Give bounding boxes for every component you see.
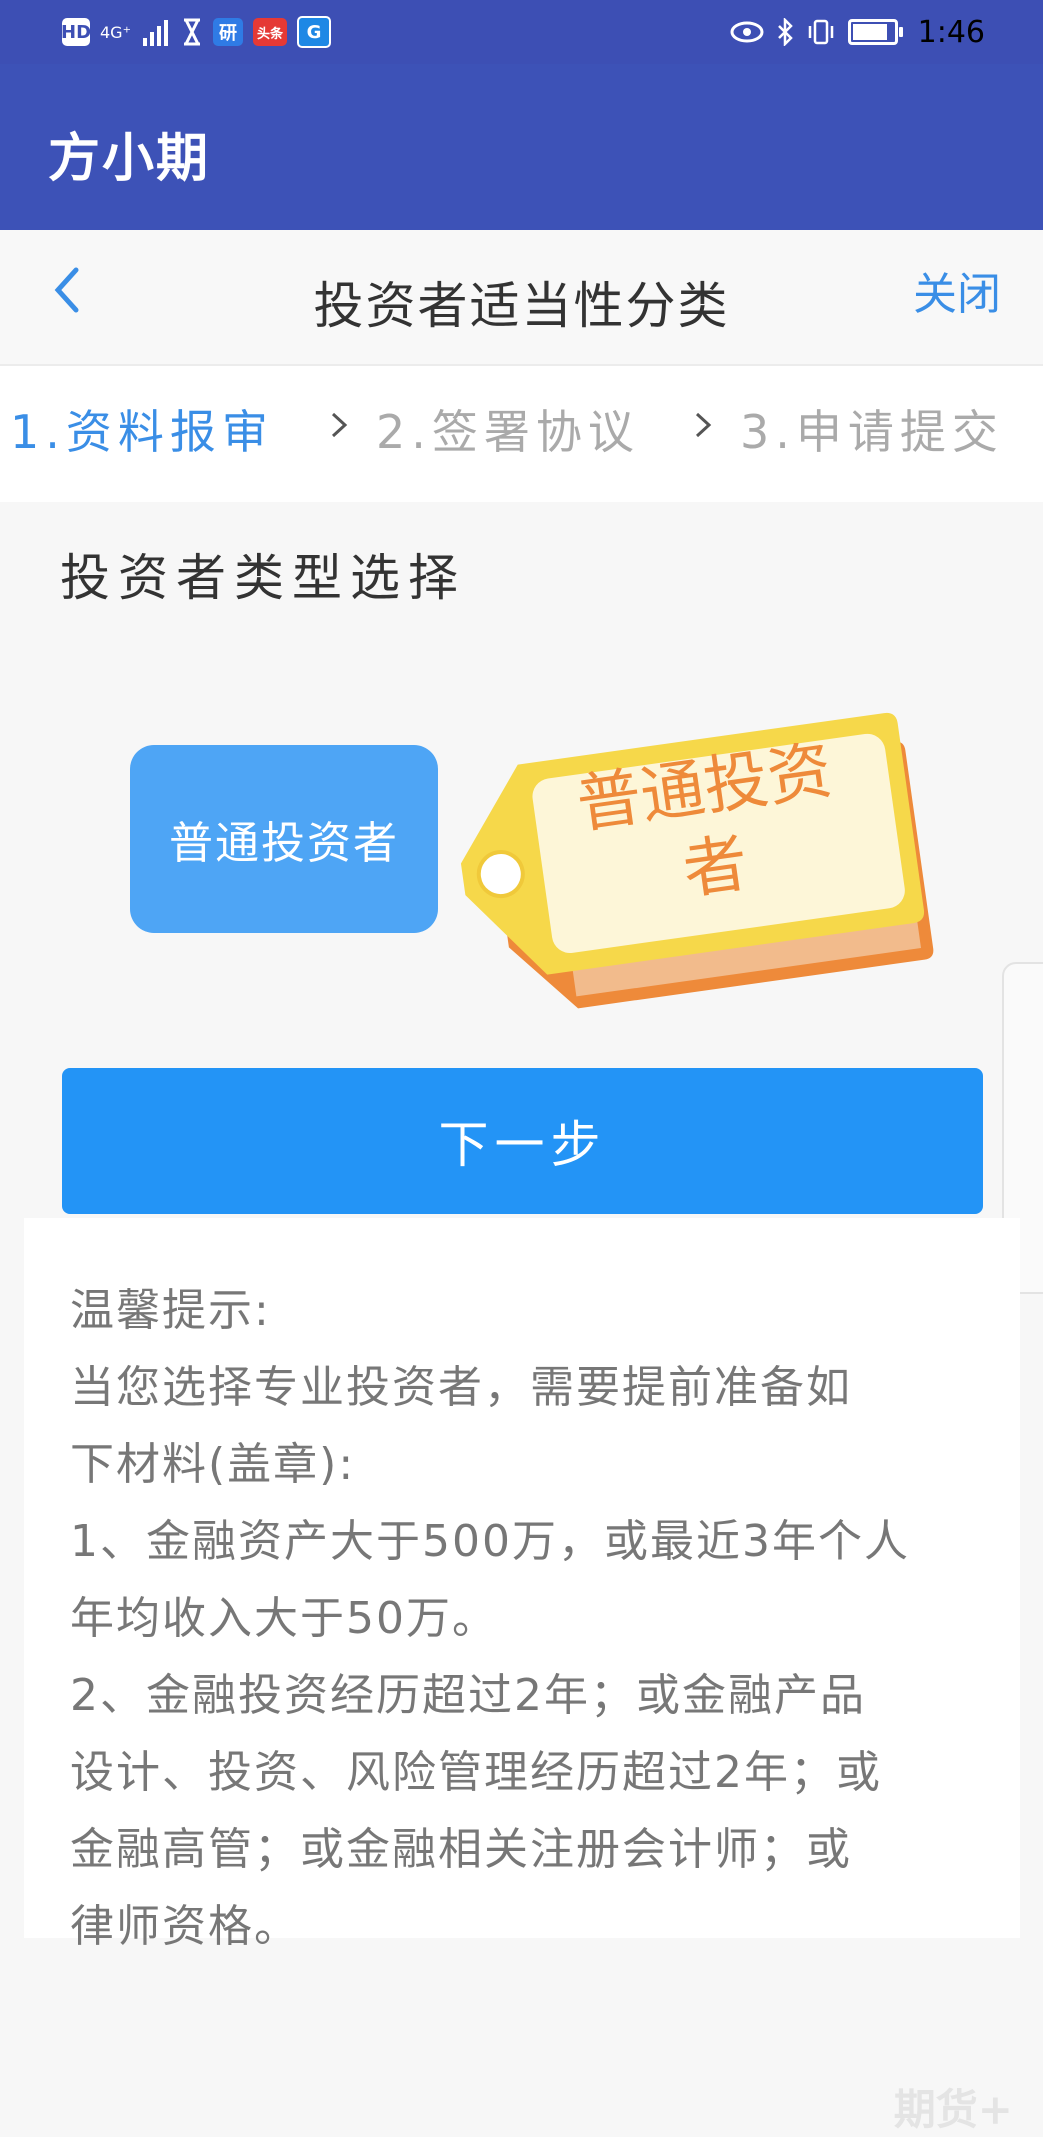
battery-icon [847,19,903,45]
toutiao-app-icon: 头条 [253,18,288,46]
tips-line: 下材料(盖章): [70,1439,356,1490]
g-app-icon: G [297,16,332,48]
tips-line: 律师资格。 [70,1901,300,1952]
hourglass-icon [184,18,201,46]
status-time: 1:46 [917,14,985,50]
step-3: 3.申请提交 [740,405,1004,459]
tips-line: 1、金融资产大于500万，或最近3年个人 [70,1516,910,1567]
status-bar-left: HD 4G⁺ 研 头条 G [61,14,332,50]
status-bar-right: 1:46 [730,12,985,52]
hd-icon: HD [61,18,91,46]
investor-type-button[interactable]: 普通投资者 [130,745,438,933]
close-button[interactable]: 关闭 [913,258,1001,322]
step-2: 2.签署协议 [376,405,640,459]
tips-line: 年均收入大于50万。 [70,1593,498,1644]
section-title: 投资者类型选择 [60,549,466,607]
next-step-button[interactable]: 下一步 [62,1068,983,1214]
network-type-label: 4G⁺ [100,22,132,42]
signal-icon [143,20,169,46]
chevron-right-icon [331,412,348,438]
page-title: 投资者适当性分类 [313,277,730,335]
tips-line: 设计、投资、风险管理经历超过2年；或 [70,1747,882,1798]
research-app-icon: 研 [213,18,244,46]
tips-text: 温馨提示: 当您选择专业投资者，需要提前准备如 下材料(盖章): 1、金融资产大… [70,1272,1000,1965]
step-1: 1.资料报审 [10,405,274,459]
bluetooth-icon [777,18,793,46]
tips-line: 当您选择专业投资者，需要提前准备如 [70,1362,852,1413]
tips-heading: 温馨提示: [70,1285,271,1336]
vibrate-icon [808,19,833,45]
eye-comfort-icon [730,21,764,43]
chevron-right-icon [695,412,712,438]
watermark-logo: 期货+ [893,2085,1013,2134]
app-title: 方小期 [48,129,211,189]
tips-line: 金融高管；或金融相关注册会计师；或 [70,1824,852,1875]
tips-line: 2、金融投资经历超过2年；或金融产品 [70,1670,866,1721]
